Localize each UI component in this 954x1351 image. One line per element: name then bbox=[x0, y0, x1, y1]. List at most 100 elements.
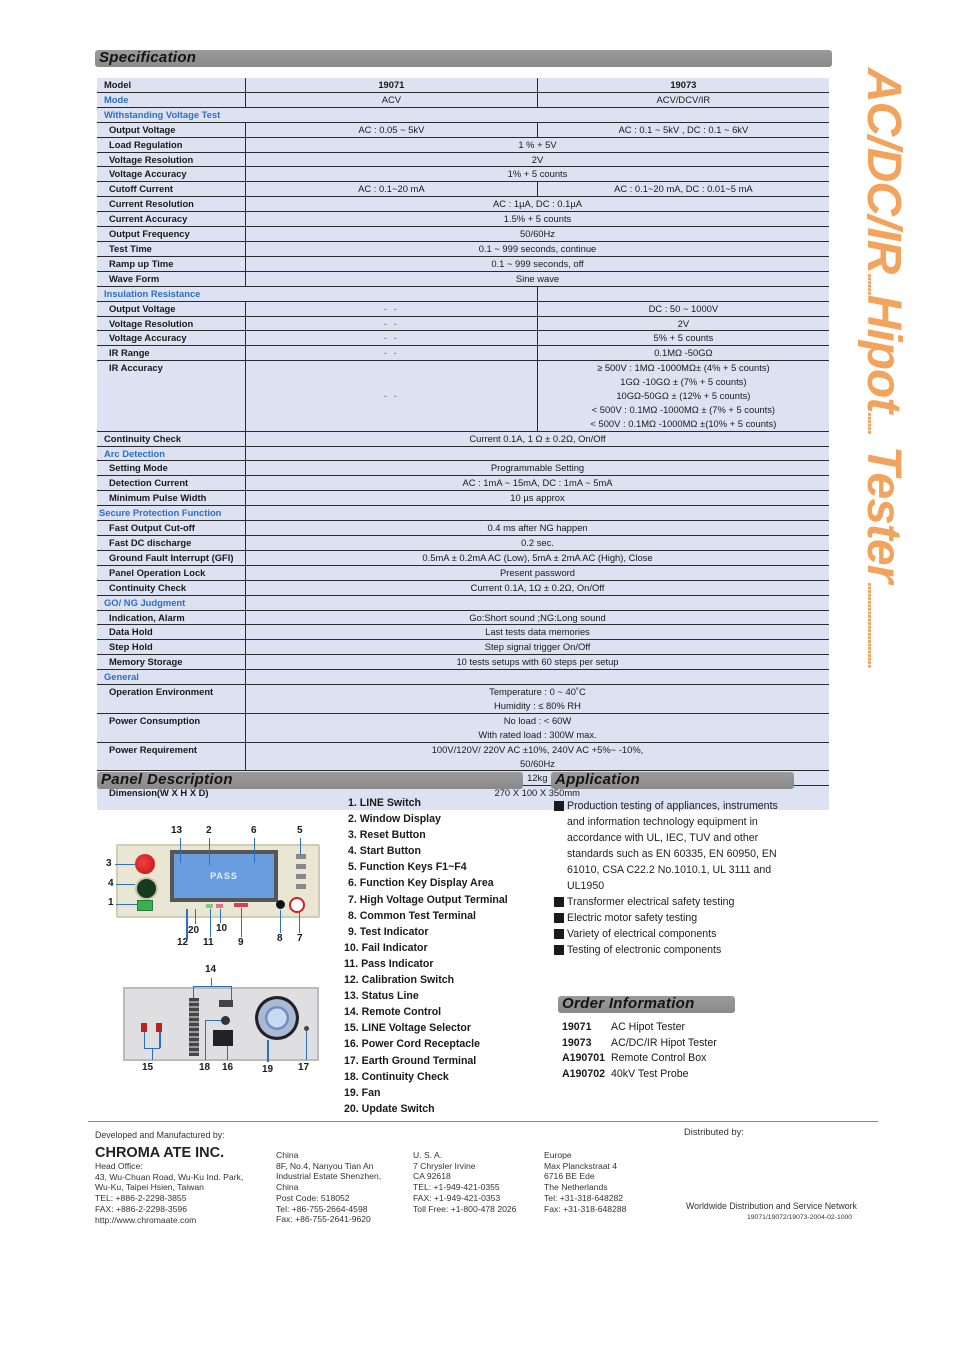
cell-value: - - bbox=[245, 330, 538, 347]
address-line: TEL: +1-949-421-0355 bbox=[413, 1182, 500, 1193]
row-label: Model bbox=[97, 78, 246, 93]
cell-value: 1.5% + 5 counts bbox=[245, 211, 829, 228]
callout-9: 9 bbox=[238, 937, 244, 948]
table-row: Load Regulation 1 % + 5V bbox=[97, 137, 829, 153]
application-text: Variety of electrical components bbox=[567, 928, 717, 940]
panel-item: 17. Earth Ground Terminal bbox=[344, 1054, 477, 1067]
reset-button bbox=[135, 854, 155, 874]
table-row-mode: Mode ACV ACV/DCV/IR bbox=[97, 92, 829, 108]
application-item: Transformer electrical safety testing bbox=[554, 894, 794, 910]
voltage-selector-1 bbox=[141, 1023, 147, 1032]
power-receptacle bbox=[213, 1030, 233, 1046]
panel-item: 10. Fail Indicator bbox=[344, 941, 428, 954]
panel-item: 18. Continuity Check bbox=[344, 1070, 449, 1083]
cell-value: AC : 1µA, DC : 0.1µA bbox=[245, 196, 829, 213]
address-line: Fax: +31-318-648288 bbox=[544, 1203, 627, 1214]
callout-line bbox=[299, 912, 300, 933]
address-line: Wu-Ku, Taipei Hsien, Taiwan bbox=[95, 1182, 204, 1193]
table-row: Output Voltage AC : 0.05 ~ 5kV AC : 0.1 … bbox=[97, 122, 829, 138]
row-label: IR Range bbox=[97, 345, 246, 362]
address-line: U. S. A. bbox=[413, 1150, 443, 1160]
address-line: Tel: +86-755-2664-4598 bbox=[276, 1203, 368, 1214]
cell-value: No load : < 60W With rated load : 300W m… bbox=[245, 713, 829, 743]
table-row: IR Range - -0.1MΩ -50GΩ bbox=[97, 345, 829, 362]
address-line: Post Code: 518052 bbox=[276, 1192, 350, 1203]
table-row: Fast DC discharge 0.2 sec. bbox=[97, 535, 829, 551]
order-desc: 40kV Test Probe bbox=[611, 1067, 689, 1080]
title-hipot: Hipot bbox=[857, 294, 910, 413]
title-dots: ...... bbox=[863, 412, 885, 434]
callout-line bbox=[116, 904, 137, 905]
address-line: 43, Wu-Chuan Road, Wu-Ku Ind. Park, bbox=[95, 1171, 244, 1182]
callout-line bbox=[227, 1046, 228, 1060]
table-row: Voltage Resolution 2V bbox=[97, 152, 829, 168]
address-line: The Netherlands bbox=[544, 1182, 608, 1193]
callout-5: 5 bbox=[297, 825, 303, 836]
callout-6: 6 bbox=[251, 825, 257, 836]
website-link[interactable]: http://www.chromaate.com bbox=[95, 1215, 243, 1226]
callout-line bbox=[195, 909, 196, 924]
cell-value: 0.1 ~ 999 seconds, continue bbox=[245, 241, 829, 257]
callout-line bbox=[280, 910, 281, 933]
panel-description-title: Panel Description bbox=[101, 771, 233, 788]
callout-line bbox=[241, 908, 242, 937]
title-dots: ........................ bbox=[863, 582, 885, 668]
table-row: Minimum Pulse Width 10 µs approx bbox=[97, 490, 829, 507]
panel-item: 4. Start Button bbox=[348, 845, 421, 858]
callout-line bbox=[115, 864, 135, 865]
value-line: Humidity : ≤ 80% RH bbox=[494, 699, 581, 711]
order-information-title: Order Information bbox=[562, 995, 695, 1012]
category-row: Withstanding Voltage Test bbox=[97, 107, 829, 123]
callout-line bbox=[205, 1020, 221, 1021]
display-pass-text: PASS bbox=[210, 871, 238, 881]
table-row: Setting Mode Programmable Setting bbox=[97, 460, 829, 477]
cell-value: 0.4 ms after NG happen bbox=[245, 520, 829, 537]
row-label: Output Voltage bbox=[97, 122, 246, 138]
address-line: Tel: +31-318-648282 bbox=[544, 1192, 624, 1203]
order-row: 19073 AC/DC/IR Hipot Tester bbox=[562, 1036, 717, 1052]
address-line: Industrial Estate Shenzhen, bbox=[276, 1171, 382, 1182]
panel-item: 14. Remote Control bbox=[344, 1006, 442, 1019]
address-line: China bbox=[276, 1182, 299, 1193]
order-desc: Remote Control Box bbox=[611, 1052, 707, 1064]
table-row: Wave Form Sine wave bbox=[97, 271, 829, 287]
order-code: A190701 bbox=[562, 1052, 606, 1064]
table-row: Current Accuracy 1.5% + 5 counts bbox=[97, 211, 829, 228]
cell-value: 2V bbox=[537, 316, 829, 332]
table-row: Continuity Check Current 0.1A, 1 Ω ± 0.2Ω… bbox=[97, 431, 829, 447]
cell-value: 0.1MΩ -50GΩ bbox=[537, 345, 829, 362]
callout-10: 10 bbox=[216, 923, 228, 934]
panel-item: 13. Status Line bbox=[344, 990, 419, 1003]
test-indicator bbox=[234, 903, 248, 907]
cell-value: DC : 50 ~ 1000V bbox=[537, 301, 829, 317]
cell-value: AC : 0.1 ~ 5kV , DC : 0.1 ~ 6kV bbox=[537, 122, 829, 138]
panel-item: 12. Calibration Switch bbox=[344, 974, 455, 987]
panel-item: 8. Common Test Terminal bbox=[348, 909, 476, 922]
table-row: Indication, Alarm Go:Short sound ;NG:Long… bbox=[97, 610, 829, 626]
footer-divider bbox=[88, 1121, 878, 1122]
row-label: Output Voltage bbox=[97, 301, 246, 317]
row-label: Voltage Accuracy bbox=[97, 166, 246, 183]
callout-16: 16 bbox=[222, 1062, 234, 1073]
order-code: 19071 bbox=[562, 1021, 592, 1033]
callout-line bbox=[193, 986, 194, 998]
callout-1: 1 bbox=[108, 897, 114, 908]
row-label: Test Time bbox=[97, 241, 246, 257]
start-button bbox=[135, 877, 158, 900]
application-text: Testing of electronic components bbox=[567, 944, 722, 956]
category-go-ng: GO/ NG Judgment bbox=[97, 595, 246, 611]
application-text: Transformer electrical safety testing bbox=[567, 896, 735, 908]
panel-description-list: 1. LINE Switch 2. Window Display 3. Rese… bbox=[344, 795, 508, 1117]
row-label: Data Hold bbox=[97, 624, 246, 641]
order-list: 19071 AC Hipot Tester 19073 AC/DC/IR Hipot… bbox=[562, 1020, 717, 1082]
panel-item: 20. Update Switch bbox=[344, 1102, 435, 1115]
callout-line bbox=[144, 1032, 145, 1048]
callout-4: 4 bbox=[108, 878, 114, 889]
address-line: 6716 BE Ede bbox=[544, 1171, 595, 1182]
address-line: 8F, No.4, Nanyou Tian An bbox=[276, 1160, 374, 1171]
table-row: Continuity Check Current 0.1A, 1Ω ± 0.2Ω,… bbox=[97, 580, 829, 596]
table-row: Voltage Accuracy 1% + 5 counts bbox=[97, 166, 829, 183]
address-line: Head Office: bbox=[95, 1161, 143, 1171]
distributed-by-label: Distributed by: bbox=[684, 1126, 744, 1137]
ir-accuracy-line: < 500V : 0.1MΩ -1000MΩ ±(10% + 5 counts) bbox=[590, 417, 777, 429]
